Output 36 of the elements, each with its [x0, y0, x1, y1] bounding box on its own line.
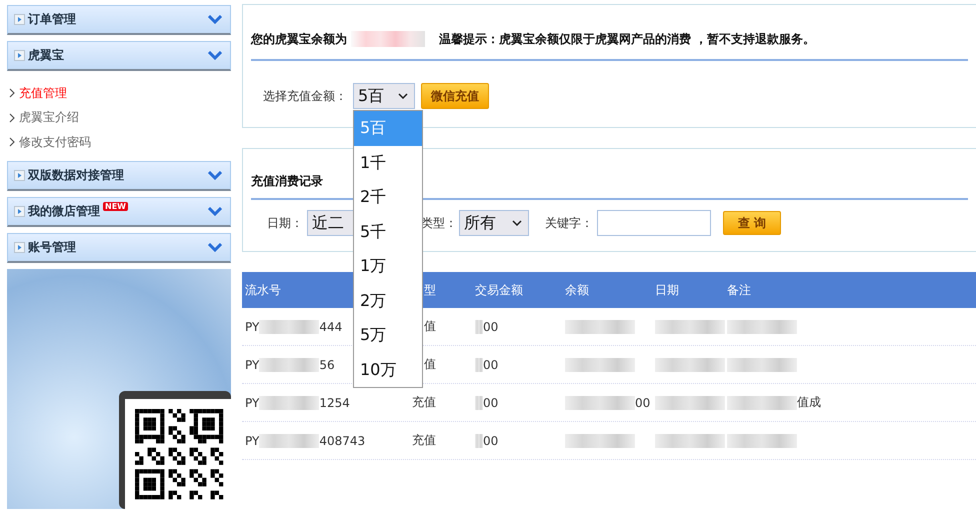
table-cell-text: 充值: [412, 394, 436, 411]
menu-group-label: 订单管理: [28, 11, 76, 28]
column-header: 余额: [565, 282, 589, 298]
table-cell-text: 00: [483, 320, 498, 334]
column-header: 交易金额: [475, 282, 523, 298]
table-cell-text: 56: [319, 358, 335, 372]
keyword-label: 关键字：: [545, 214, 593, 232]
amount-label: 选择充值金额：: [263, 88, 347, 104]
records-title: 充值消费记录: [251, 173, 323, 190]
column-header: 型: [424, 282, 436, 298]
table-cell-text: 00: [483, 434, 498, 448]
table-cell-text: 值: [424, 356, 436, 373]
notice-text: 温馨提示：虎翼宝余额仅限于虎翼网产品的消费 ，暂不支持退款服务。: [439, 30, 816, 48]
menu-group-label: 双版数据对接管理: [28, 166, 124, 184]
date-label: 日期：: [267, 214, 303, 232]
table-cell-text: PY: [245, 320, 260, 334]
table-cell-text: 值: [424, 318, 436, 335]
table-cell-text: PY: [245, 396, 260, 410]
column-header: 日期: [655, 282, 679, 298]
menu-group-label: 虎翼宝: [28, 47, 64, 64]
table-cell-text: 408743: [319, 434, 366, 448]
table-cell-text: PY: [245, 358, 260, 372]
table-cell-text: 00: [635, 396, 650, 410]
new-badge: NEW: [103, 202, 128, 210]
column-header: 备注: [727, 282, 751, 298]
table-cell-text: 1254: [319, 396, 350, 410]
table-cell-text: PY: [245, 434, 260, 448]
table-cell-text: 00: [483, 358, 498, 372]
menu-group-label: 账号管理: [28, 238, 76, 256]
menu-group-label: 我的微店管理: [28, 202, 100, 220]
table-cell-text: 值成: [797, 394, 821, 411]
column-header: 流水号: [245, 282, 281, 298]
table-cell-text: 444: [319, 320, 342, 334]
table-cell-text: 充值: [412, 432, 436, 449]
balance-label: 您的虎翼宝余额为: [251, 30, 347, 48]
table-cell-text: 00: [483, 396, 498, 410]
